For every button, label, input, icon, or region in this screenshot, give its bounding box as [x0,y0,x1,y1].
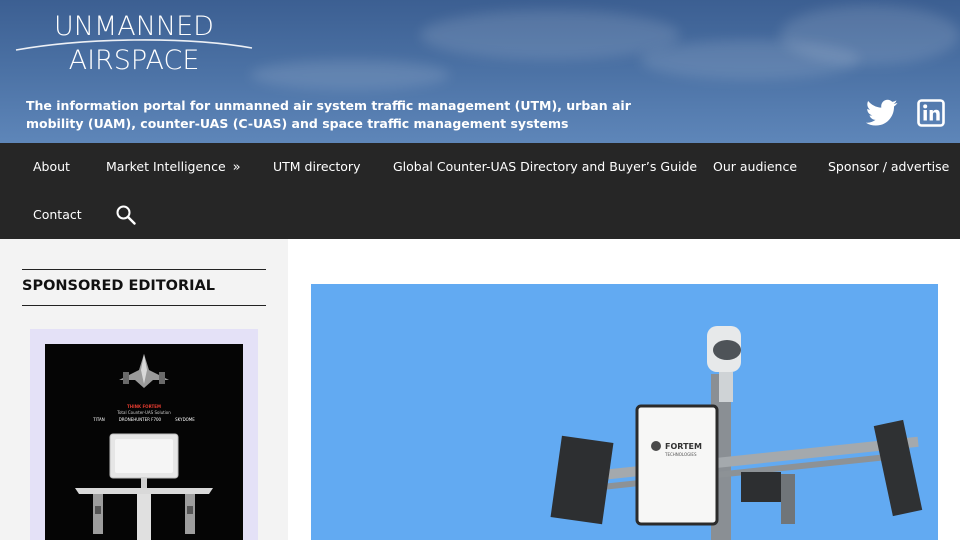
radar-stand-illustration [75,433,213,540]
site-logo[interactable]: UNMANNED AIRSPACE [14,8,254,78]
nav-item-utm-directory[interactable]: UTM directory [273,159,360,175]
sidebar-section-title: SPONSORED EDITORIAL [22,278,216,294]
nav-item-label: Market Intelligence [106,159,226,174]
ad-product-list: TITAN DRONEHUNTER F700 SKYDOME [45,417,243,423]
nav-item-contact[interactable]: Contact [33,207,82,223]
sensor-brand-sublabel: TECHNOLOGIES [664,452,697,457]
featured-article-image[interactable]: FORTEM TECHNOLOGIES [311,284,938,540]
counter-uas-sensor-illustration: FORTEM TECHNOLOGIES [550,326,923,540]
site-tagline: The information portal for unmanned air … [26,98,631,131]
site-header: UNMANNED AIRSPACE The information portal… [0,0,960,143]
ad-product: SKYDOME [175,417,195,422]
sidebar-divider [22,305,266,306]
nav-item-counter-uas-directory[interactable]: Global Counter-UAS Directory and Buyer’s… [393,159,697,175]
nav-item-sponsor-advertise[interactable]: Sponsor / advertise [828,159,949,175]
sidebar-divider [22,269,266,270]
ad-product: TITAN [93,417,105,422]
ad-product: DRONEHUNTER F700 [118,417,162,422]
nav-item-label: Global Counter-UAS Directory and Buyer’s… [393,159,698,174]
search-icon[interactable] [115,204,137,226]
nav-item-label: UTM directory [273,159,361,174]
twitter-icon[interactable] [865,96,899,130]
nav-item-our-audience[interactable]: Our audience [713,159,797,175]
nav-item-label: Contact [33,207,82,222]
ad-subline: Total Counter-UAS Solution [117,410,171,415]
nav-item-label: About [33,159,70,174]
main-navigation: About Market Intelligence » UTM directory… [0,143,960,239]
sponsored-ad-image[interactable]: THINK FORTEM Total Counter-UAS Solution … [45,344,243,540]
nav-item-label: Sponsor / advertise [828,159,950,174]
logo-line-2: AIRSPACE [68,45,200,76]
sensor-brand-label: FORTEM [665,442,702,451]
linkedin-icon[interactable] [914,96,948,130]
nav-item-label: Our audience [713,159,798,174]
nav-item-market-intelligence[interactable]: Market Intelligence » [106,159,241,176]
chevron-right-icon: » [232,160,241,175]
nav-item-about[interactable]: About [33,159,70,175]
drone-icon [119,354,169,388]
